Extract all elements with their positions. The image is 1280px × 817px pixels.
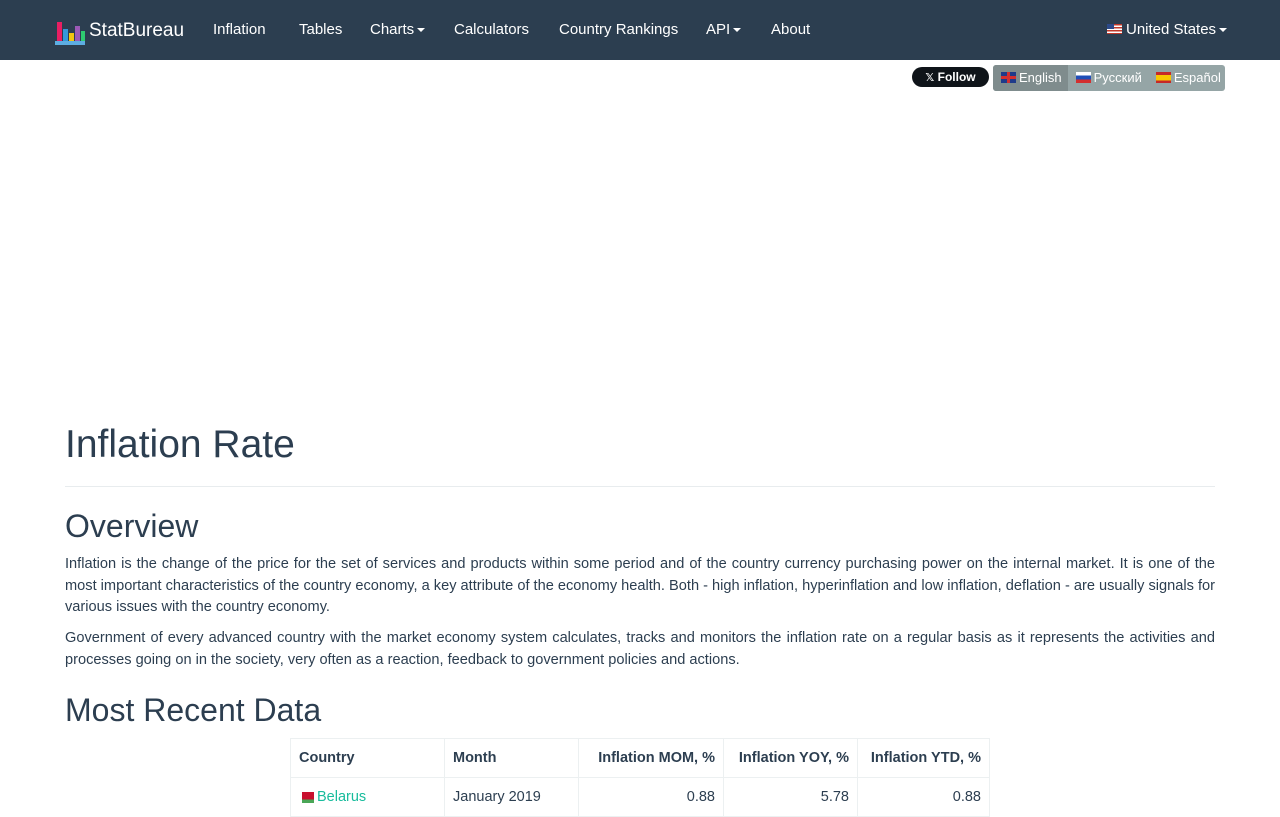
nav-api-label: API <box>706 21 731 38</box>
language-russian-button[interactable]: Русский <box>1068 65 1148 91</box>
x-follow-button[interactable]: 𝕏 Follow <box>912 67 989 87</box>
statbureau-logo-icon <box>55 17 85 45</box>
column-header-inflation-yoy: Inflation YOY, % <box>723 738 858 778</box>
cell-month: January 2019 <box>444 777 579 817</box>
ru-flag-icon <box>1075 72 1091 84</box>
language-switcher: English Русский Español <box>993 65 1225 91</box>
caret-down-icon <box>417 28 426 33</box>
nav-about-label: About <box>771 21 811 38</box>
language-spanish-label: Español <box>1173 70 1221 85</box>
recent-data-table: Country Month Inflation MOM, % Inflation… <box>290 738 990 817</box>
nav-tables[interactable]: Tables <box>299 0 342 60</box>
nav-calculators-label: Calculators <box>454 21 530 38</box>
es-flag-icon <box>1155 72 1171 84</box>
nav-tables-label: Tables <box>299 21 343 38</box>
recent-data-heading: Most Recent Data <box>65 692 322 728</box>
title-divider <box>65 486 1215 487</box>
nav-country-rankings[interactable]: Country Rankings <box>559 0 678 60</box>
table-header-row: Country Month Inflation MOM, % Inflation… <box>290 738 990 778</box>
nav-calculators[interactable]: Calculators <box>454 0 529 60</box>
nav-charts-dropdown[interactable]: Charts <box>370 0 426 60</box>
country-selector-dropdown[interactable]: United States <box>1107 0 1228 60</box>
cell-inflation-ytd: 0.88 <box>857 777 990 817</box>
x-logo-icon: 𝕏 <box>925 72 935 84</box>
column-header-month: Month <box>444 738 579 778</box>
country-link-belarus[interactable]: Belarus <box>317 789 366 805</box>
language-english-button[interactable]: English <box>993 65 1068 91</box>
top-navbar: StatBureau Inflation Tables Charts Calcu… <box>0 0 1280 60</box>
country-selector-label: United States <box>1126 21 1217 38</box>
caret-down-icon <box>1219 28 1228 33</box>
gb-flag-icon <box>1001 72 1016 84</box>
brand-name: StatBureau <box>89 20 185 41</box>
caret-down-icon <box>733 28 742 33</box>
cell-country: Belarus <box>290 777 445 817</box>
language-russian-label: Русский <box>1093 70 1142 85</box>
column-header-inflation-ytd: Inflation YTD, % <box>857 738 990 778</box>
us-flag-icon <box>1107 24 1122 35</box>
brand-link[interactable]: StatBureau <box>55 17 184 45</box>
language-spanish-button[interactable]: Español <box>1148 65 1225 91</box>
overview-heading: Overview <box>65 508 199 544</box>
column-header-country: Country <box>290 738 445 778</box>
nav-inflation-label: Inflation <box>213 21 266 38</box>
column-header-inflation-mom: Inflation MOM, % <box>578 738 724 778</box>
nav-about[interactable]: About <box>771 0 810 60</box>
nav-country-rankings-label: Country Rankings <box>559 21 679 38</box>
overview-paragraph-2: Government of every advanced country wit… <box>65 630 1215 668</box>
cell-inflation-yoy: 5.78 <box>723 777 858 817</box>
nav-charts-label: Charts <box>370 21 415 38</box>
language-english-label: English <box>1019 70 1062 85</box>
nav-inflation[interactable]: Inflation <box>213 0 266 60</box>
page-title: Inflation Rate <box>65 423 295 466</box>
overview-paragraph-1: Inflation is the change of the price for… <box>65 556 1215 615</box>
follow-label: Follow <box>937 70 976 84</box>
cell-inflation-mom: 0.88 <box>578 777 724 817</box>
nav-api-dropdown[interactable]: API <box>706 0 742 60</box>
table-row: Belarus January 2019 0.88 5.78 0.88 <box>290 777 990 817</box>
by-flag-icon <box>299 791 314 803</box>
